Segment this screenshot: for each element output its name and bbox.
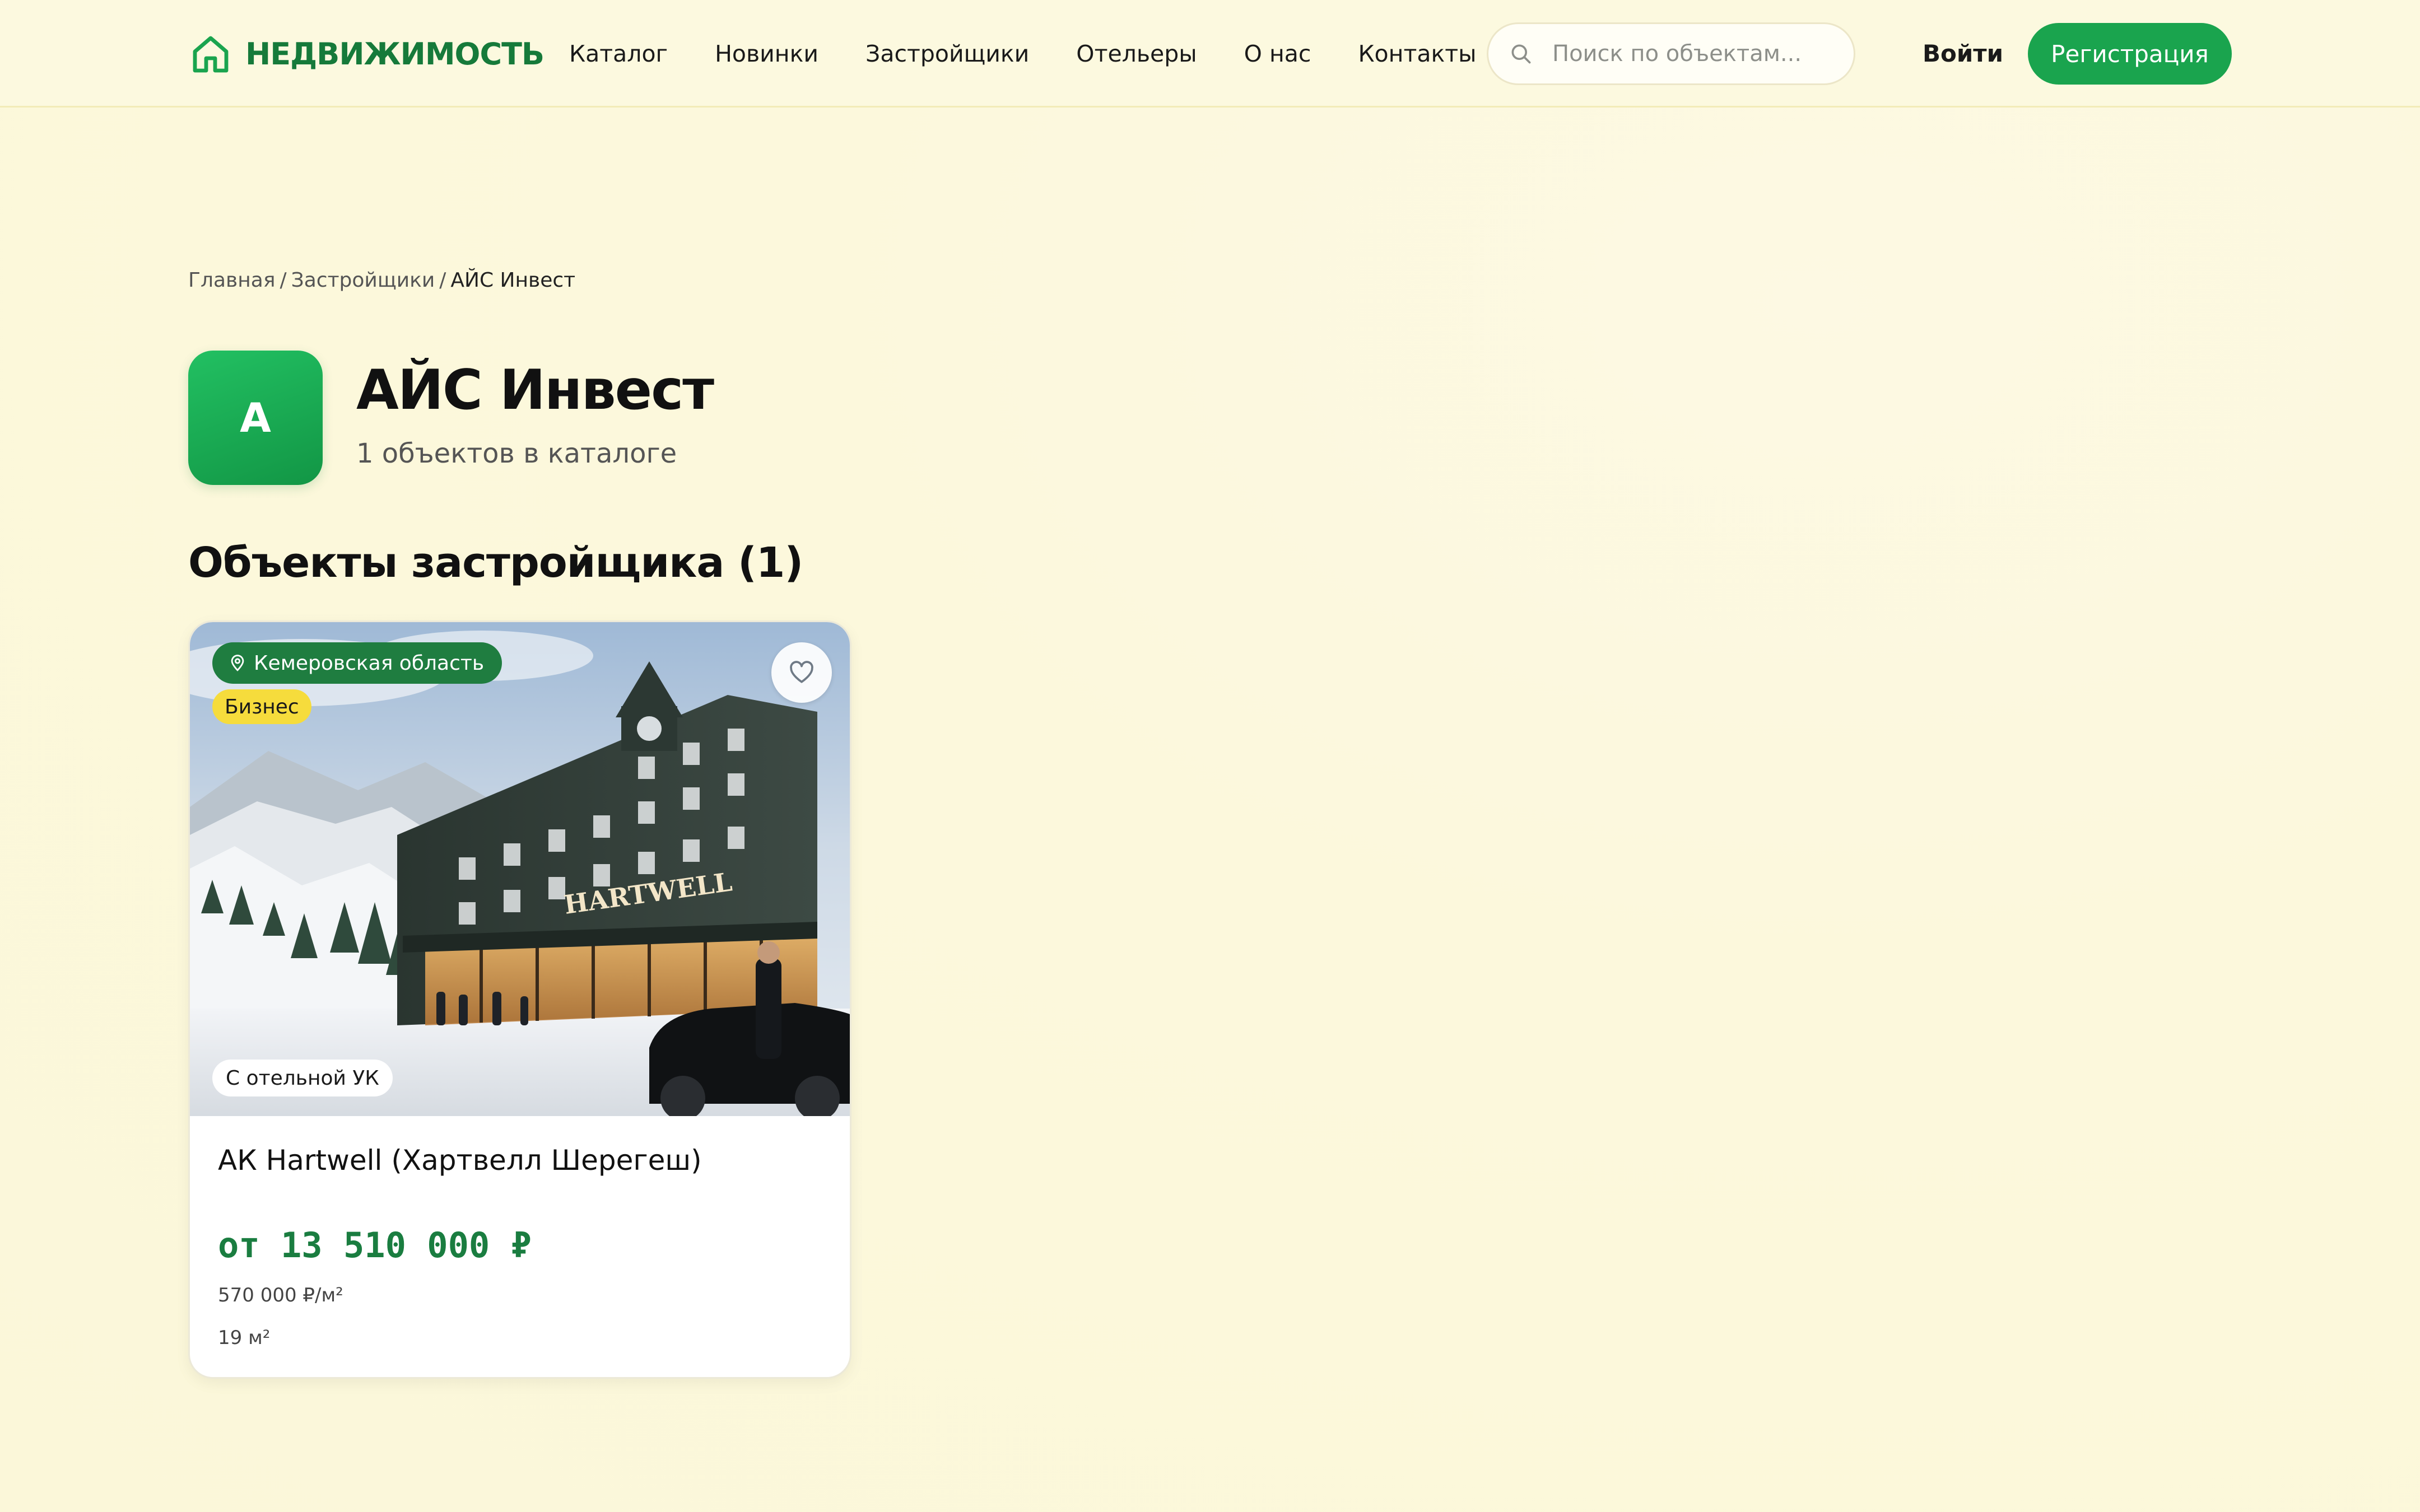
class-badge: Бизнес bbox=[212, 689, 311, 724]
listing-card[interactable]: HARTWELL Кемеровская область Бизнес С от… bbox=[188, 620, 851, 1379]
breadcrumb-separator: / bbox=[439, 269, 446, 292]
breadcrumb-developers[interactable]: Застройщики bbox=[291, 269, 435, 292]
search-box[interactable] bbox=[1487, 22, 1855, 85]
nav-item-catalog[interactable]: Каталог bbox=[569, 40, 668, 67]
favorite-button[interactable] bbox=[771, 642, 832, 703]
heart-icon bbox=[790, 661, 813, 683]
nav-item-about[interactable]: О нас bbox=[1244, 40, 1311, 67]
site-header: НЕДВИЖИМОСТЬ Каталог Новинки Застройщики… bbox=[0, 0, 2420, 108]
page-title: АЙС Инвест bbox=[356, 358, 714, 422]
breadcrumb-home[interactable]: Главная bbox=[188, 269, 276, 292]
developer-avatar: А bbox=[188, 351, 323, 485]
nav-item-contacts[interactable]: Контакты bbox=[1358, 40, 1476, 67]
objects-count: 1 объектов в каталоге bbox=[356, 438, 677, 469]
section-title: Объекты застройщика (1) bbox=[188, 539, 803, 587]
logo-text: НЕДВИЖИМОСТЬ bbox=[245, 36, 544, 72]
listing-price: от 13 510 000 ₽ bbox=[218, 1225, 532, 1266]
listing-area: 19 м² bbox=[218, 1327, 271, 1349]
map-pin-icon bbox=[231, 655, 244, 671]
hotel-badge: С отельной УК bbox=[212, 1060, 393, 1096]
breadcrumb: Главная / Застройщики / АЙС Инвест bbox=[188, 269, 575, 292]
location-text: Кемеровская область bbox=[254, 651, 485, 675]
search-input[interactable] bbox=[1551, 40, 1833, 67]
location-badge: Кемеровская область bbox=[212, 642, 502, 684]
price-per-m2: 570 000 ₽/м² bbox=[218, 1284, 343, 1306]
nav-item-hoteliers[interactable]: Отельеры bbox=[1076, 40, 1197, 67]
login-link[interactable]: Войти bbox=[1923, 34, 2003, 74]
breadcrumb-current: АЙС Инвест bbox=[450, 269, 576, 292]
register-button[interactable]: Регистрация bbox=[2028, 23, 2232, 85]
breadcrumb-separator: / bbox=[280, 269, 287, 292]
home-icon bbox=[193, 36, 229, 73]
search-icon bbox=[1511, 44, 1531, 64]
nav-item-developers[interactable]: Застройщики bbox=[865, 40, 1029, 67]
listing-title[interactable]: АК Hartwell (Хартвелл Шерегеш) bbox=[218, 1144, 702, 1177]
nav-item-new[interactable]: Новинки bbox=[715, 40, 818, 67]
main-nav: Каталог Новинки Застройщики Отельеры О н… bbox=[569, 34, 1476, 74]
logo[interactable]: НЕДВИЖИМОСТЬ bbox=[188, 31, 544, 76]
